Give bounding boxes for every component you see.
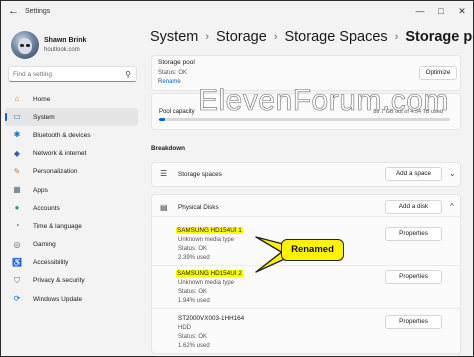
minimize-button[interactable]: — <box>413 5 427 17</box>
add-disk-button[interactable]: Add a disk <box>385 200 442 214</box>
windows-update-icon: ⟳ <box>13 294 21 304</box>
breadcrumb-storage[interactable]: Storage <box>216 29 267 45</box>
avatar <box>11 31 39 59</box>
user-profile[interactable]: Shawn Brink houtlook.com <box>11 31 141 65</box>
sidebar-item-bluetooth-devices[interactable]: ✱ Bluetooth & devices <box>5 126 138 144</box>
chevron-up-icon[interactable]: ^ <box>450 202 454 212</box>
pool-capacity-bar <box>159 118 450 121</box>
disk-1-media: Unknown media type <box>178 237 235 243</box>
settings-window: ← Settings — □ ✕ Shawn Brink houtlook.co… <box>0 0 474 357</box>
physical-disks-label: Physical Disks <box>178 204 219 211</box>
maximize-button[interactable]: □ <box>434 5 448 17</box>
physical-disk-icon: ▤ <box>160 203 168 212</box>
storage-pool-card <box>151 55 461 91</box>
disk-2-name: SAMSUNG HD154UI 2 <box>176 270 243 277</box>
disk-3-name: ST2000VX003-1HH164 <box>178 315 245 322</box>
sidebar-item-accessibility[interactable]: ♿ Accessibility <box>5 254 138 272</box>
sidebar-item-system[interactable]: ▭ System <box>5 108 138 127</box>
app-title: Settings <box>25 8 51 15</box>
disk-2-properties-button[interactable]: Properties <box>385 270 442 284</box>
system-icon: ▭ <box>13 112 21 122</box>
personalization-icon: ✎ <box>13 166 21 176</box>
page-title: Storage pool <box>405 29 473 45</box>
disk-2-used: 1.94% used <box>178 298 210 304</box>
bluetooth-icon: ✱ <box>13 130 21 140</box>
sidebar-item-label: Privacy & security <box>33 277 85 285</box>
sidebar-item-label: Home <box>33 95 51 103</box>
sidebar-item-personalization[interactable]: ✎ Personalization <box>5 163 138 181</box>
storage-spaces-icon: ☰ <box>160 169 168 178</box>
divider <box>151 216 461 217</box>
sidebar-item-label: Apps <box>33 186 48 194</box>
disk-3-status: Status: OK <box>178 334 208 340</box>
disk-3-media: HDD <box>178 325 191 331</box>
breadcrumb-storage-spaces[interactable]: Storage Spaces <box>284 29 387 45</box>
pool-capacity-label: Pool capacity <box>159 109 195 115</box>
storage-spaces-label: Storage spaces <box>178 171 222 178</box>
rename-link[interactable]: Rename <box>158 79 181 85</box>
sidebar-item-label: Network & internet <box>33 150 87 158</box>
sidebar-item-label: Windows Update <box>33 295 83 303</box>
disk-3-used: 1.62% used <box>178 343 210 349</box>
divider <box>151 308 461 309</box>
disk-2-media: Unknown media type <box>178 280 235 286</box>
sidebar-item-home[interactable]: ⌂ Home <box>5 90 138 108</box>
pool-status: Status: OK <box>158 70 188 76</box>
home-icon: ⌂ <box>14 94 20 104</box>
sidebar-item-label: Accessibility <box>33 259 69 267</box>
user-email: houtlook.com <box>44 47 80 53</box>
network-icon: ◆ <box>13 148 21 158</box>
breadcrumb-separator: › <box>273 31 278 43</box>
privacy-shield-icon: ⛉ <box>14 275 20 285</box>
sidebar-item-windows-update[interactable]: ⟳ Windows Update <box>5 290 138 308</box>
chevron-down-icon[interactable]: ⌄ <box>449 169 456 179</box>
apps-icon: ▦ <box>13 185 21 195</box>
divider <box>151 265 461 266</box>
sidebar-item-privacy-security[interactable]: ⛉ Privacy & security <box>5 272 138 290</box>
disk-1-name: SAMSUNG HD154UI 1 <box>176 227 243 234</box>
time-language-icon: ◔ <box>14 221 20 231</box>
search-icon[interactable]: ⚲ <box>125 70 131 79</box>
gaming-icon: ◎ <box>13 239 21 249</box>
user-name: Shawn Brink <box>44 37 87 44</box>
sidebar-item-network-internet[interactable]: ◆ Network & internet <box>5 145 138 163</box>
disk-3-properties-button[interactable]: Properties <box>385 315 442 329</box>
pool-capacity-fill <box>159 118 165 121</box>
sidebar-item-gaming[interactable]: ◎ Gaming <box>5 236 138 254</box>
optimize-button[interactable]: Optimize <box>419 66 457 80</box>
title-bar: ← Settings — □ ✕ <box>1 1 473 23</box>
breadcrumb: System › Storage › Storage Spaces › Stor… <box>150 27 473 47</box>
close-button[interactable]: ✕ <box>455 5 469 17</box>
sidebar-nav: ⌂ Home ▭ System ✱ Bluetooth & devices ◆ Network… <box>5 90 138 308</box>
sidebar-item-label: Bluetooth & devices <box>33 131 91 139</box>
sidebar-item-label: Accounts <box>33 204 60 212</box>
add-space-button[interactable]: Add a space <box>385 167 442 181</box>
breadcrumb-system[interactable]: System <box>150 29 198 45</box>
disk-1-status: Status: OK <box>178 246 208 252</box>
sidebar-item-label: System <box>33 113 55 121</box>
accessibility-icon: ♿ <box>12 257 22 267</box>
renamed-callout: Renamed <box>281 239 344 261</box>
search-box[interactable]: ⚲ <box>8 66 137 82</box>
accounts-icon: ● <box>14 203 20 213</box>
breadcrumb-separator: › <box>205 31 210 43</box>
sidebar-item-accounts[interactable]: ● Accounts <box>5 199 138 217</box>
sidebar-item-time-language[interactable]: ◔ Time & language <box>5 217 138 235</box>
sidebar: Shawn Brink houtlook.com ⚲ ⌂ Home ▭ System ✱… <box>1 23 143 356</box>
breakdown-title: Breakdown <box>151 145 185 152</box>
disk-2-status: Status: OK <box>178 289 208 295</box>
pool-title: Storage pool <box>158 59 195 66</box>
breadcrumb-separator: › <box>394 31 399 43</box>
sidebar-item-label: Personalization <box>33 168 78 176</box>
sidebar-item-label: Gaming <box>33 241 56 249</box>
search-input[interactable] <box>13 69 118 79</box>
sidebar-item-apps[interactable]: ▦ Apps <box>5 181 138 199</box>
sidebar-item-label: Time & language <box>33 222 82 230</box>
pool-capacity-text: 88.7 GB out of 4.54 TB used <box>373 109 443 115</box>
back-arrow-icon[interactable]: ← <box>8 5 19 17</box>
disk-1-used: 2.39% used <box>178 255 210 261</box>
disk-1-properties-button[interactable]: Properties <box>385 227 442 241</box>
